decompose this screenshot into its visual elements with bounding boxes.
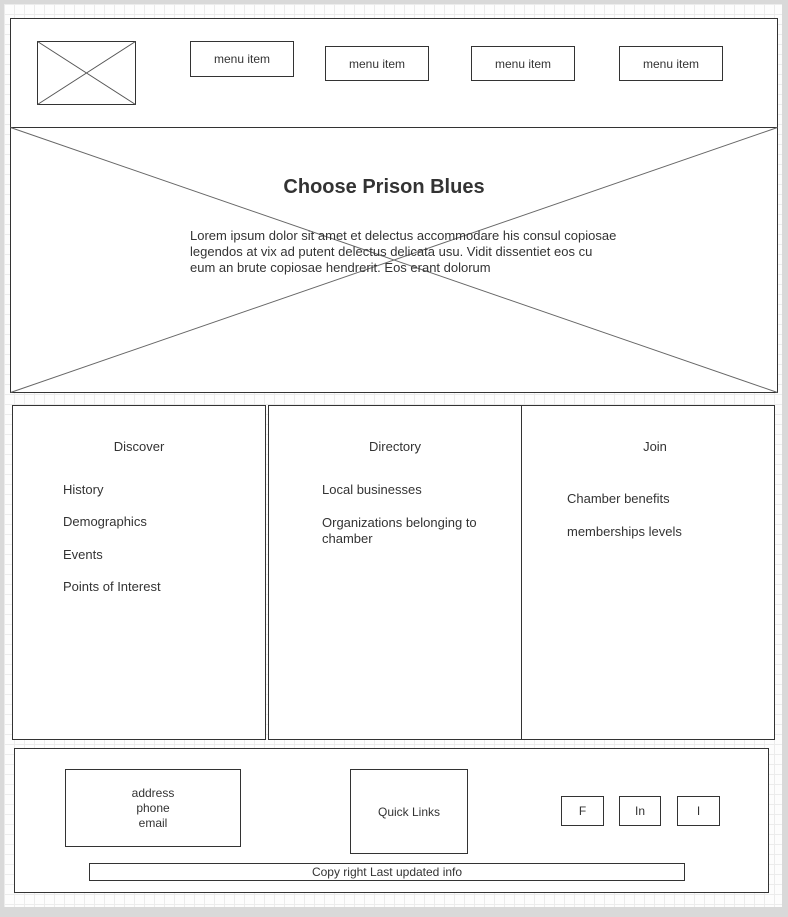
- contact-email[interactable]: email: [66, 816, 240, 831]
- link-membership-levels[interactable]: memberships levels: [567, 524, 682, 539]
- discover-panel: [12, 405, 266, 740]
- image-placeholder-icon[interactable]: [37, 41, 136, 105]
- linkedin-icon[interactable]: In: [619, 796, 661, 826]
- contact-info: address phone email: [65, 769, 241, 847]
- join-heading: Join: [643, 439, 667, 454]
- copyright-bar: Copy right Last updated info: [89, 863, 685, 881]
- link-local-businesses[interactable]: Local businesses: [322, 482, 422, 497]
- quick-links-button[interactable]: Quick Links: [350, 769, 468, 854]
- link-demographics[interactable]: Demographics: [63, 514, 147, 529]
- link-events[interactable]: Events: [63, 547, 103, 562]
- join-panel: [521, 405, 775, 740]
- contact-phone[interactable]: phone: [66, 801, 240, 816]
- directory-heading: Directory: [368, 439, 421, 454]
- contact-address[interactable]: address: [66, 786, 240, 801]
- instagram-icon[interactable]: I: [677, 796, 720, 826]
- menu-item-3[interactable]: menu item: [471, 46, 575, 81]
- menu-item-4[interactable]: menu item: [619, 46, 723, 81]
- link-points-of-interest[interactable]: Points of Interest: [63, 579, 161, 594]
- link-chamber-benefits[interactable]: Chamber benefits: [567, 491, 670, 506]
- facebook-icon[interactable]: F: [561, 796, 604, 826]
- hero-body: Lorem ipsum dolor sit amet et delectus a…: [190, 228, 617, 275]
- menu-item-2[interactable]: menu item: [325, 46, 429, 81]
- directory-panel: [268, 405, 522, 740]
- link-history[interactable]: History: [63, 482, 103, 497]
- hero-title: Choose Prison Blues: [283, 176, 485, 198]
- link-organizations[interactable]: Organizations belonging to chamber: [322, 515, 482, 547]
- menu-item-1[interactable]: menu item: [190, 41, 294, 77]
- discover-heading: Discover: [113, 439, 165, 454]
